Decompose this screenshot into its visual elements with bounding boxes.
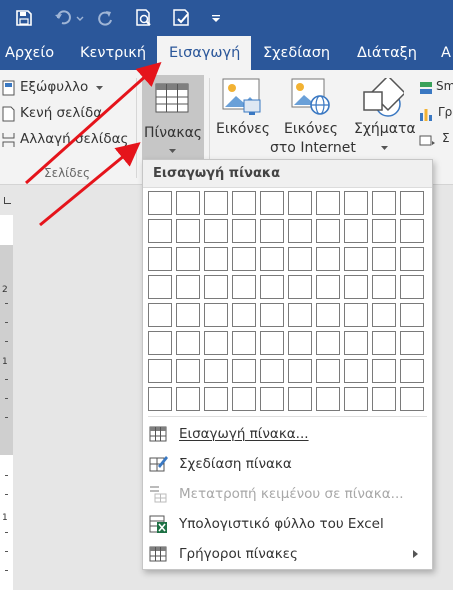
annotation-arrows <box>25 62 162 227</box>
annotation-arrow <box>25 62 162 185</box>
word-window: Αρχείο Κεντρική Εισαγωγή Σχεδίαση Διάταξ… <box>0 0 453 590</box>
